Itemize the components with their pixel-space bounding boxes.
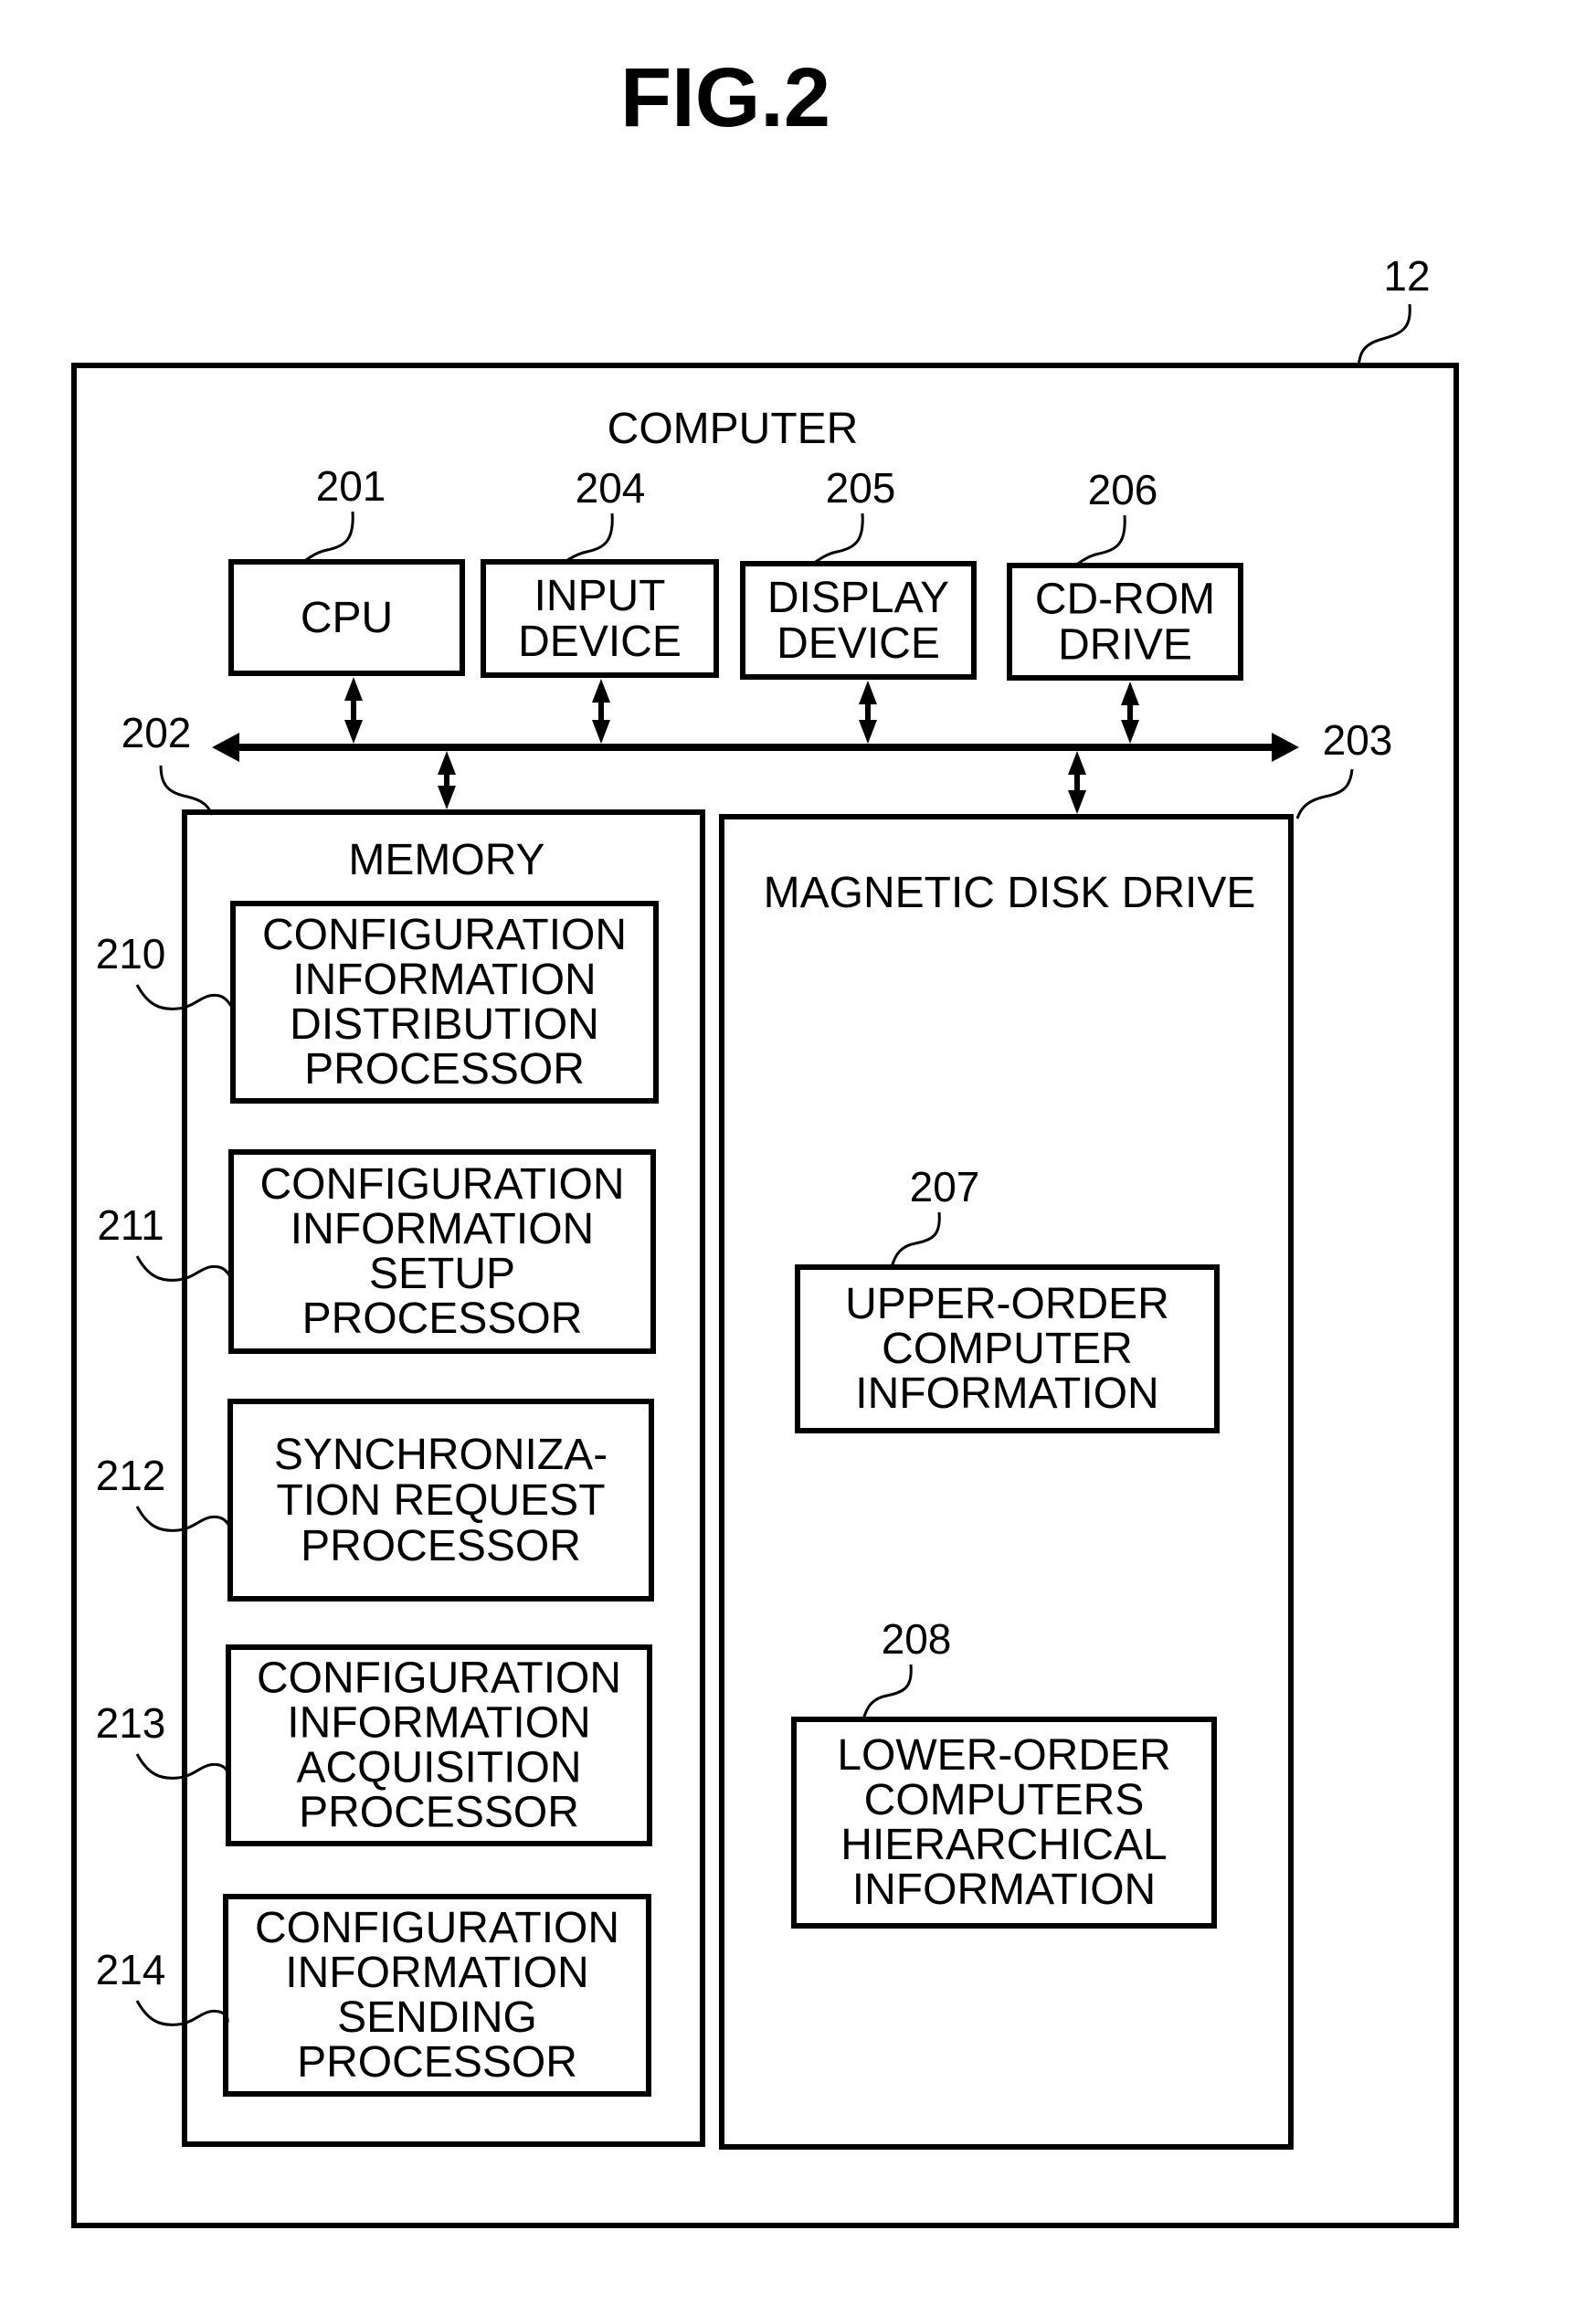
config-info-acquisition-processor-ref-label: 213 — [96, 1699, 166, 1747]
lower-order-computers-hierarchical-info-ref-label: 208 — [882, 1615, 952, 1663]
system-bus: 202 203 — [122, 709, 1393, 819]
cpu-bus-connector-down-arrowhead — [344, 720, 363, 744]
bus-right-ref-label: 203 — [1323, 716, 1393, 764]
config-info-sending-processor-label-line: INFORMATION — [285, 1949, 588, 1997]
input-device-bus-connector-up-arrowhead — [592, 679, 610, 703]
upper-order-computer-info-block: UPPER-ORDERCOMPUTERINFORMATION 207 — [795, 1163, 1220, 1433]
magnetic-disk-drive-block — [719, 814, 1294, 2150]
bus-left-ref-label: 202 — [122, 709, 192, 756]
memory-processors: CONFIGURATIONINFORMATIONDISTRIBUTIONPROC… — [96, 901, 659, 2097]
input-device-label-line: INPUT — [534, 572, 666, 620]
input-device-bus-connector-down-arrowhead — [592, 720, 610, 744]
computer-leader-line — [1357, 303, 1411, 368]
disk-items: UPPER-ORDERCOMPUTERINFORMATION207LOWER-O… — [791, 1163, 1220, 1929]
disk-bus-connector — [1068, 751, 1086, 814]
config-info-sending-processor-label-line: PROCESSOR — [297, 2038, 577, 2087]
config-info-distribution-processor-label-line: INFORMATION — [292, 956, 596, 1004]
input-device-block: INPUTDEVICE 204 — [481, 464, 719, 678]
bus-right-leader-line — [1295, 768, 1354, 819]
cd-rom-drive-label-line: DRIVE — [1058, 621, 1192, 670]
upper-order-computer-info-label-line: UPPER-ORDER — [845, 1280, 1169, 1328]
cpu-bus-connector-up-arrowhead — [344, 677, 363, 701]
memory-bus-connector — [438, 751, 456, 809]
display-device-bus-connector — [859, 681, 877, 744]
lower-order-computers-hierarchical-info-label-line: HIERARCHICAL — [840, 1821, 1167, 1869]
config-info-setup-processor-block: CONFIGURATIONINFORMATIONSETUPPROCESSOR 21… — [97, 1149, 656, 1354]
bus-left-leader-line — [159, 765, 214, 816]
upper-order-computer-info-ref-label: 207 — [910, 1163, 980, 1210]
display-device-ref-label: 205 — [826, 464, 896, 512]
config-info-sending-processor-ref-label: 214 — [96, 1946, 166, 1993]
display-device-label-line: DISPLAY — [767, 574, 949, 622]
config-info-distribution-processor-ref-label: 210 — [96, 930, 166, 978]
config-info-setup-processor-label-line: CONFIGURATION — [259, 1160, 624, 1209]
display-device-label-line: DEVICE — [777, 619, 940, 668]
config-info-distribution-processor-label-line: PROCESSOR — [304, 1045, 585, 1094]
input-device-label-line: DEVICE — [518, 618, 682, 666]
config-info-setup-processor-ref-label: 211 — [97, 1201, 164, 1249]
cd-rom-drive-bus-connector-up-arrowhead — [1121, 682, 1139, 705]
config-info-acquisition-processor-block: CONFIGURATIONINFORMATIONACQUISITIONPROCE… — [96, 1644, 652, 1846]
cd-rom-drive-bus-connector-down-arrowhead — [1121, 720, 1139, 744]
sync-request-processor-block: SYNCHRONIZA-TION REQUESTPROCESSOR 212 — [96, 1399, 654, 1601]
lower-order-computers-hierarchical-info-block: LOWER-ORDERCOMPUTERSHIERARCHICALINFORMAT… — [791, 1615, 1217, 1929]
input-device-bus-connector — [592, 679, 610, 744]
cpu-bus-connector — [344, 677, 363, 744]
cd-rom-drive-label-line: CD-ROM — [1035, 576, 1215, 624]
memory-bus-connector-down-arrowhead — [438, 786, 456, 809]
lower-order-computers-hierarchical-info-label-line: COMPUTERS — [864, 1776, 1145, 1824]
lower-order-computers-hierarchical-info-label-line: INFORMATION — [852, 1866, 1156, 1914]
block-diagram: FIG.2 12 COMPUTER CPU201INPUTDEVICE204DI… — [71, 51, 1459, 2228]
config-info-distribution-processor-label-line: DISTRIBUTION — [290, 1000, 599, 1049]
config-info-acquisition-processor-label-line: CONFIGURATION — [257, 1654, 621, 1703]
devices-row: CPU201INPUTDEVICE204DISPLAYDEVICE205CD-R… — [228, 462, 1243, 681]
computer-label: COMPUTER — [608, 405, 859, 453]
config-info-acquisition-processor-label-line: ACQUISITION — [296, 1744, 581, 1792]
sync-request-processor-label-line: SYNCHRONIZA- — [274, 1431, 608, 1479]
cd-rom-drive-ref-label: 206 — [1088, 466, 1158, 513]
display-device-leader-line — [810, 513, 864, 566]
config-info-distribution-processor-block: CONFIGURATIONINFORMATIONDISTRIBUTIONPROC… — [96, 901, 659, 1104]
input-device-ref-label: 204 — [576, 464, 646, 512]
config-info-distribution-processor-label-line: CONFIGURATION — [262, 911, 627, 959]
config-info-setup-processor-label-line: SETUP — [369, 1250, 515, 1298]
sync-request-processor-ref-label: 212 — [96, 1452, 166, 1499]
lower-order-computers-hierarchical-info-label-line: LOWER-ORDER — [837, 1731, 1170, 1780]
upper-order-computer-info-leader-line — [890, 1211, 941, 1268]
computer-ref-label: 12 — [1383, 252, 1430, 300]
memory-label: MEMORY — [348, 836, 544, 884]
lower-order-computers-hierarchical-info-leader-line — [861, 1664, 913, 1720]
cd-rom-drive-bus-connector — [1121, 682, 1139, 744]
cpu-block: CPU 201 — [228, 462, 465, 676]
config-info-sending-processor-label-line: SENDING — [337, 1993, 537, 2042]
config-info-acquisition-processor-label-line: PROCESSOR — [299, 1789, 579, 1837]
cd-rom-drive-block: CD-ROMDRIVE 206 — [1007, 466, 1243, 681]
input-device-leader-line — [560, 513, 614, 565]
cpu-ref-label: 201 — [316, 462, 386, 510]
display-device-block: DISPLAYDEVICE 205 — [740, 464, 977, 680]
upper-order-computer-info-label-line: COMPUTER — [882, 1325, 1133, 1373]
config-info-sending-processor-label-line: CONFIGURATION — [255, 1904, 619, 1952]
cpu-leader-line — [301, 511, 354, 564]
memory-bus-connector-up-arrowhead — [438, 751, 456, 775]
bus-right-arrowhead — [1272, 733, 1299, 762]
config-info-setup-processor-label-line: PROCESSOR — [302, 1295, 583, 1343]
disk-bus-connector-up-arrowhead — [1068, 751, 1086, 775]
upper-order-computer-info-label-line: INFORMATION — [855, 1369, 1158, 1418]
cd-rom-drive-leader-line — [1073, 514, 1126, 567]
display-device-bus-connector-up-arrowhead — [859, 681, 877, 704]
figure-title: FIG.2 — [620, 51, 830, 144]
config-info-setup-processor-label-line: INFORMATION — [291, 1205, 594, 1253]
sync-request-processor-label-line: PROCESSOR — [301, 1522, 581, 1570]
config-info-acquisition-processor-label-line: INFORMATION — [287, 1699, 590, 1748]
display-device-bus-connector-down-arrowhead — [859, 720, 877, 744]
disk-bus-connector-down-arrowhead — [1068, 790, 1086, 814]
sync-request-processor-label-line: TION REQUEST — [276, 1476, 605, 1525]
bus-left-arrowhead — [212, 733, 239, 762]
cpu-label-line: CPU — [301, 594, 393, 642]
config-info-sending-processor-block: CONFIGURATIONINFORMATIONSENDINGPROCESSOR… — [96, 1894, 651, 2097]
magnetic-disk-drive-label: MAGNETIC DISK DRIVE — [764, 869, 1256, 917]
